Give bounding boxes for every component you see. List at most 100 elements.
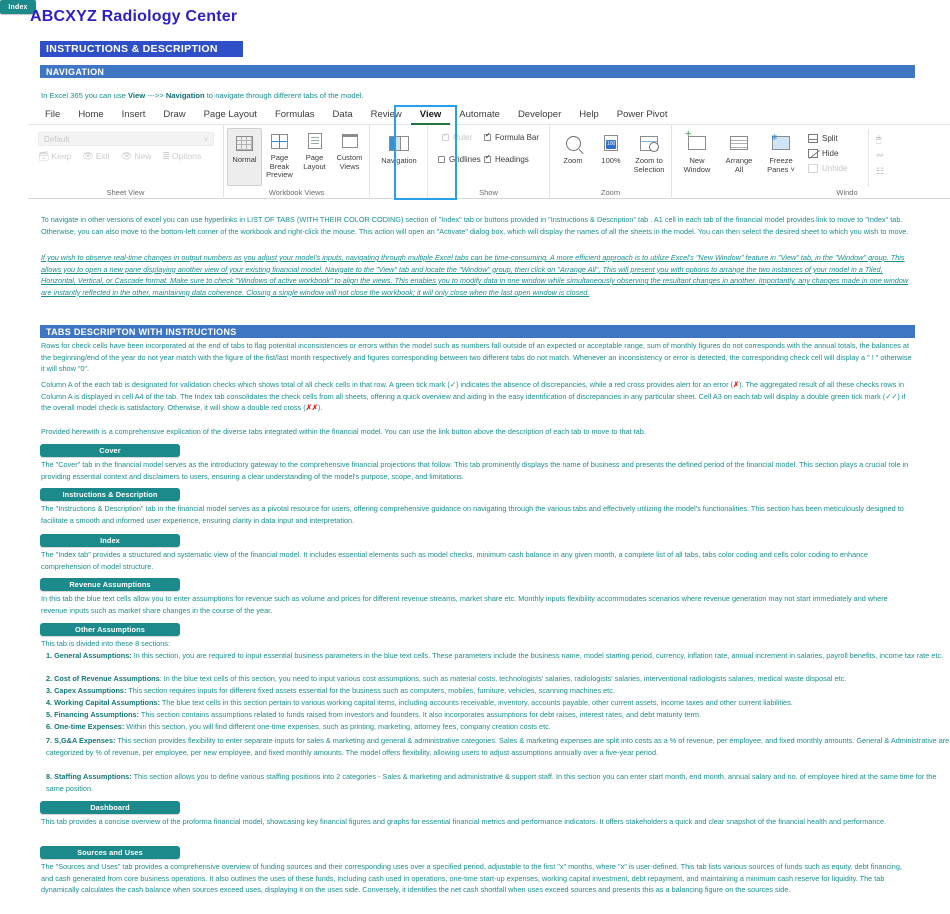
list-icon: ≣: [162, 151, 170, 161]
new-window-label-2: Window: [683, 164, 711, 174]
other-assumption-item-4: 4. Working Capital Assumptions: The blue…: [46, 697, 950, 709]
split-label: Split: [822, 134, 838, 143]
freeze-panes-button[interactable]: Freeze Panes ˅: [760, 129, 802, 174]
ribbon-tab-draw[interactable]: Draw: [154, 105, 194, 125]
tab-link-dashboard[interactable]: Dashboard: [40, 801, 180, 814]
other-assumption-item-2: 2. Cost of Revenue Assumptions: In the b…: [46, 673, 950, 685]
zoom-to-selection-button[interactable]: Zoom to Selection: [630, 129, 668, 174]
double-red-cross-icon: ✗✗: [305, 403, 318, 412]
sheet-view-exit-button[interactable]: 👁 Exit: [82, 151, 110, 162]
sheet-view-buttons: 🗃 Keep 👁 Exit 👁 New ≣ Options: [38, 151, 224, 162]
workbook-view-page-layout-button[interactable]: Page Layout: [297, 128, 332, 186]
navigation-button[interactable]: Navigation: [372, 130, 426, 165]
ribbon-tab-automate[interactable]: Automate: [450, 105, 509, 125]
hide-label: Hide: [822, 149, 839, 158]
split-icon: [808, 134, 818, 143]
other-item-6-title: 6. One-time Expenses:: [46, 722, 125, 731]
new-window-button[interactable]: New Window: [676, 129, 718, 174]
ribbon-tab-data[interactable]: Data: [324, 105, 362, 125]
zoom-100-icon: 100: [592, 129, 630, 157]
chevron-down-icon: ˅: [203, 137, 208, 144]
split-button[interactable]: Split: [808, 131, 847, 146]
zoom-to-selection-icon: [630, 129, 668, 157]
other-assumption-item-6: 6. One-time Expenses: Within this sectio…: [46, 721, 950, 733]
intro-mid: --->>: [145, 91, 166, 100]
ribbon-tab-review[interactable]: Review: [362, 105, 411, 125]
zoom-100-button[interactable]: 100 100%: [592, 129, 630, 174]
view-side-by-side-icon[interactable]: 🖱: [876, 131, 884, 147]
window-extra-icons: 🖱 ∾ ☷: [876, 131, 884, 179]
ribbon-body: Default ˅ 🗃 Keep 👁 Exit 👁 New ≣ Options Shee…: [28, 125, 950, 199]
zoom-group-label: Zoom: [600, 188, 621, 197]
tabs-desc-paragraph-2: Column A of the each tab is designated f…: [41, 379, 916, 414]
checkbox-gridlines-icon: [438, 156, 445, 163]
zoom-button[interactable]: Zoom: [554, 129, 592, 174]
workbook-view-custom-views-button[interactable]: Custom Views: [332, 128, 367, 186]
ribbon-tab-insert[interactable]: Insert: [113, 105, 155, 125]
page-title: ABCXYZ Radiology Center: [30, 8, 238, 25]
window-group-divider: [868, 129, 869, 187]
ribbon-group-zoom: Zoom 100 100% Zoom to Selection Zoom: [550, 125, 672, 199]
eye-exit-icon: 👁: [82, 151, 94, 161]
ruler-label: Ruler: [453, 133, 473, 142]
synchronous-scrolling-icon[interactable]: ∾: [876, 147, 884, 163]
tab-link-other-assumptions[interactable]: Other Assumptions: [40, 623, 180, 636]
other-item-4-text: The blue text cells in this section pert…: [159, 698, 793, 707]
window-items: New Window Arrange All Freeze Panes ˅: [676, 129, 802, 174]
arrange-all-button[interactable]: Arrange All: [718, 129, 760, 174]
section-header-tabs-description: TABS DESCRIPTON WITH INSTRUCTIONS: [40, 325, 915, 338]
tab-link-instructions[interactable]: Instructions & Description: [40, 488, 180, 501]
tab-link-sources-and-uses[interactable]: Sources and Uses: [40, 846, 180, 859]
other-item-2-title: 2. Cost of Revenue Assumptions: [46, 674, 160, 683]
ribbon-tab-power-pivot[interactable]: Power Pivot: [608, 105, 677, 125]
show-checkbox-gridlines[interactable]: Gridlines: [438, 155, 481, 164]
tab-link-cover[interactable]: Cover: [40, 444, 180, 457]
hide-button[interactable]: Hide: [808, 146, 847, 161]
show-checkbox-ruler[interactable]: Ruler: [442, 131, 473, 142]
ribbon-group-navigation: Navigation: [370, 125, 428, 199]
sheet-view-keep-button[interactable]: 🗃 Keep: [38, 151, 71, 162]
zoom-to-selection-label-2: Selection: [633, 164, 665, 174]
section-header-instructions: INSTRUCTIONS & DESCRIPTION: [40, 41, 243, 57]
other-assumption-item-7: 7. S,G&A Expenses: This section provides…: [46, 735, 950, 758]
save-icon: 🗃: [38, 151, 50, 161]
ribbon-tab-formulas[interactable]: Formulas: [266, 105, 324, 125]
other-item-1-text: In this section, you are required to inp…: [131, 651, 944, 660]
tab-link-revenue-assumptions[interactable]: Revenue Assumptions: [40, 578, 180, 591]
show-checkbox-formula-bar[interactable]: Formula Bar: [484, 131, 539, 142]
show-group-label: Show: [479, 188, 498, 197]
sheet-view-options-button[interactable]: ≣ Options: [162, 151, 201, 162]
ribbon-tab-file[interactable]: File: [36, 105, 69, 125]
other-item-1-title: 1. General Assumptions:: [46, 651, 132, 660]
tab-desc-instructions: The "Instructions & Description" tab in …: [41, 504, 904, 525]
navigation-button-label: Navigation: [381, 156, 417, 165]
workbook-view-normal-button[interactable]: Normal: [227, 128, 262, 186]
checkbox-headings-icon: [484, 153, 491, 163]
custom-views-label-2: Views: [339, 161, 360, 171]
hide-icon: [808, 149, 818, 158]
tab-link-index[interactable]: Index: [40, 534, 180, 547]
show-checkbox-headings[interactable]: Headings: [484, 153, 529, 164]
reset-window-position-icon[interactable]: ☷: [876, 163, 884, 179]
ribbon-tab-developer[interactable]: Developer: [509, 105, 570, 125]
sheet-view-group-label: Sheet View: [106, 188, 145, 197]
tab-desc-index: The "Index tab" provides a structured an…: [41, 550, 868, 571]
zoom-items: Zoom 100 100% Zoom to Selection: [554, 129, 668, 174]
sheet-view-select[interactable]: Default ˅: [38, 132, 214, 146]
tabs-desc-paragraph-1: Rows for check cells have been incorpora…: [41, 341, 912, 373]
zoom-badge: 100: [606, 140, 617, 149]
tabs-desc-p2-c: ).: [317, 403, 323, 412]
workbook-view-page-break-button[interactable]: Page Break Preview: [262, 128, 297, 186]
workbook-views-group-label: Workbook Views: [268, 188, 325, 197]
window-stack-buttons: Split Hide Unhide: [808, 131, 847, 176]
ribbon-tab-view[interactable]: View: [410, 105, 451, 125]
zoom-100-label: 100%: [601, 156, 621, 165]
other-assumption-item-5: 5. Financing Assumptions: This section c…: [46, 709, 950, 721]
ribbon-group-workbook-views: Normal Page Break Preview Page Layout Cu…: [224, 125, 370, 199]
page-break-label-1: Page Break: [269, 153, 290, 171]
keep-label: Keep: [51, 151, 72, 161]
ribbon-tab-home[interactable]: Home: [69, 105, 112, 125]
ribbon-tab-page-layout[interactable]: Page Layout: [195, 105, 266, 125]
sheet-view-new-button[interactable]: 👁 New: [121, 151, 151, 162]
ribbon-tab-help[interactable]: Help: [570, 105, 608, 125]
